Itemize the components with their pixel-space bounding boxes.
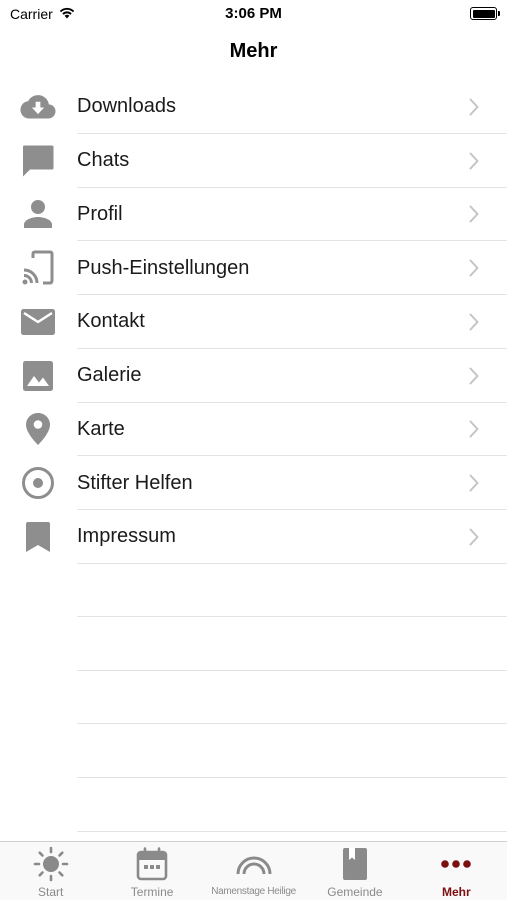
empty-row	[0, 617, 507, 671]
menu-item-label: Downloads	[77, 95, 176, 118]
menu-item-label: Stifter Helfen	[77, 471, 193, 494]
cast-icon	[20, 250, 56, 286]
chevron-right-icon	[469, 205, 479, 223]
menu-item-kontakt[interactable]: Kontakt	[0, 295, 507, 349]
menu-item-galerie[interactable]: Galerie	[0, 349, 507, 403]
book-icon	[335, 847, 375, 881]
chevron-right-icon	[469, 259, 479, 277]
menu-item-push-einstellungen[interactable]: Push-Einstellungen	[0, 241, 507, 295]
separator	[77, 830, 507, 832]
tab-gemeinde[interactable]: Gemeinde	[304, 842, 405, 900]
menu-item-chats[interactable]: Chats	[0, 134, 507, 188]
chevron-right-icon	[469, 420, 479, 438]
mail-icon	[20, 304, 56, 340]
more-dots-icon	[436, 847, 476, 881]
chevron-right-icon	[469, 313, 479, 331]
radio-target-icon	[20, 465, 56, 501]
image-icon	[20, 358, 56, 394]
chevron-right-icon	[469, 528, 479, 546]
status-bar: Carrier 3:06 PM	[0, 0, 507, 28]
menu-item-label: Chats	[77, 149, 130, 172]
tab-label: Mehr	[441, 885, 471, 899]
chevron-right-icon	[469, 367, 479, 385]
menu-item-label: Impressum	[77, 525, 176, 548]
tab-label: Start	[38, 885, 64, 899]
chevron-right-icon	[469, 152, 479, 170]
empty-row	[0, 671, 507, 725]
empty-table-rows	[0, 563, 507, 832]
empty-row	[0, 563, 507, 617]
location-pin-icon	[20, 411, 56, 447]
tab-namenstage-heilige[interactable]: Namenstage Heilige	[203, 842, 304, 900]
menu-item-label: Karte	[77, 417, 125, 440]
menu-item-label: Profil	[77, 202, 123, 225]
menu-list: Downloads Chats Profil Push-Einstellunge…	[0, 80, 507, 564]
person-icon	[20, 196, 56, 232]
menu-item-profil[interactable]: Profil	[0, 188, 507, 242]
tab-label: Namenstage Heilige	[211, 886, 296, 897]
menu-item-label: Kontakt	[77, 310, 145, 333]
cloud-download-icon	[20, 89, 56, 125]
status-time: 3:06 PM	[225, 5, 282, 22]
tab-label: Termine	[130, 885, 174, 899]
chevron-right-icon	[469, 98, 479, 116]
menu-item-label: Galerie	[77, 364, 142, 387]
menu-item-karte[interactable]: Karte	[0, 403, 507, 457]
sun-icon	[31, 846, 71, 882]
empty-row	[0, 778, 507, 832]
menu-item-stifter-helfen[interactable]: Stifter Helfen	[0, 456, 507, 510]
halo-icon	[234, 847, 274, 881]
tab-start[interactable]: Start	[0, 842, 101, 900]
bookmark-icon	[20, 519, 56, 555]
chevron-right-icon	[469, 474, 479, 492]
menu-item-impressum[interactable]: Impressum	[0, 510, 507, 564]
page-title: Mehr	[229, 40, 278, 62]
menu-item-label: Push-Einstellungen	[77, 256, 250, 279]
empty-row	[0, 724, 507, 778]
tab-bar: Start Termine Namenstage Heilige Gemeind…	[0, 841, 507, 900]
calendar-icon	[132, 847, 172, 881]
tab-label: Gemeinde	[327, 885, 383, 899]
menu-item-downloads[interactable]: Downloads	[0, 80, 507, 134]
tab-mehr[interactable]: Mehr	[406, 842, 507, 900]
battery-icon	[470, 7, 500, 20]
chat-bubble-icon	[20, 143, 56, 179]
tab-termine[interactable]: Termine	[101, 842, 202, 900]
